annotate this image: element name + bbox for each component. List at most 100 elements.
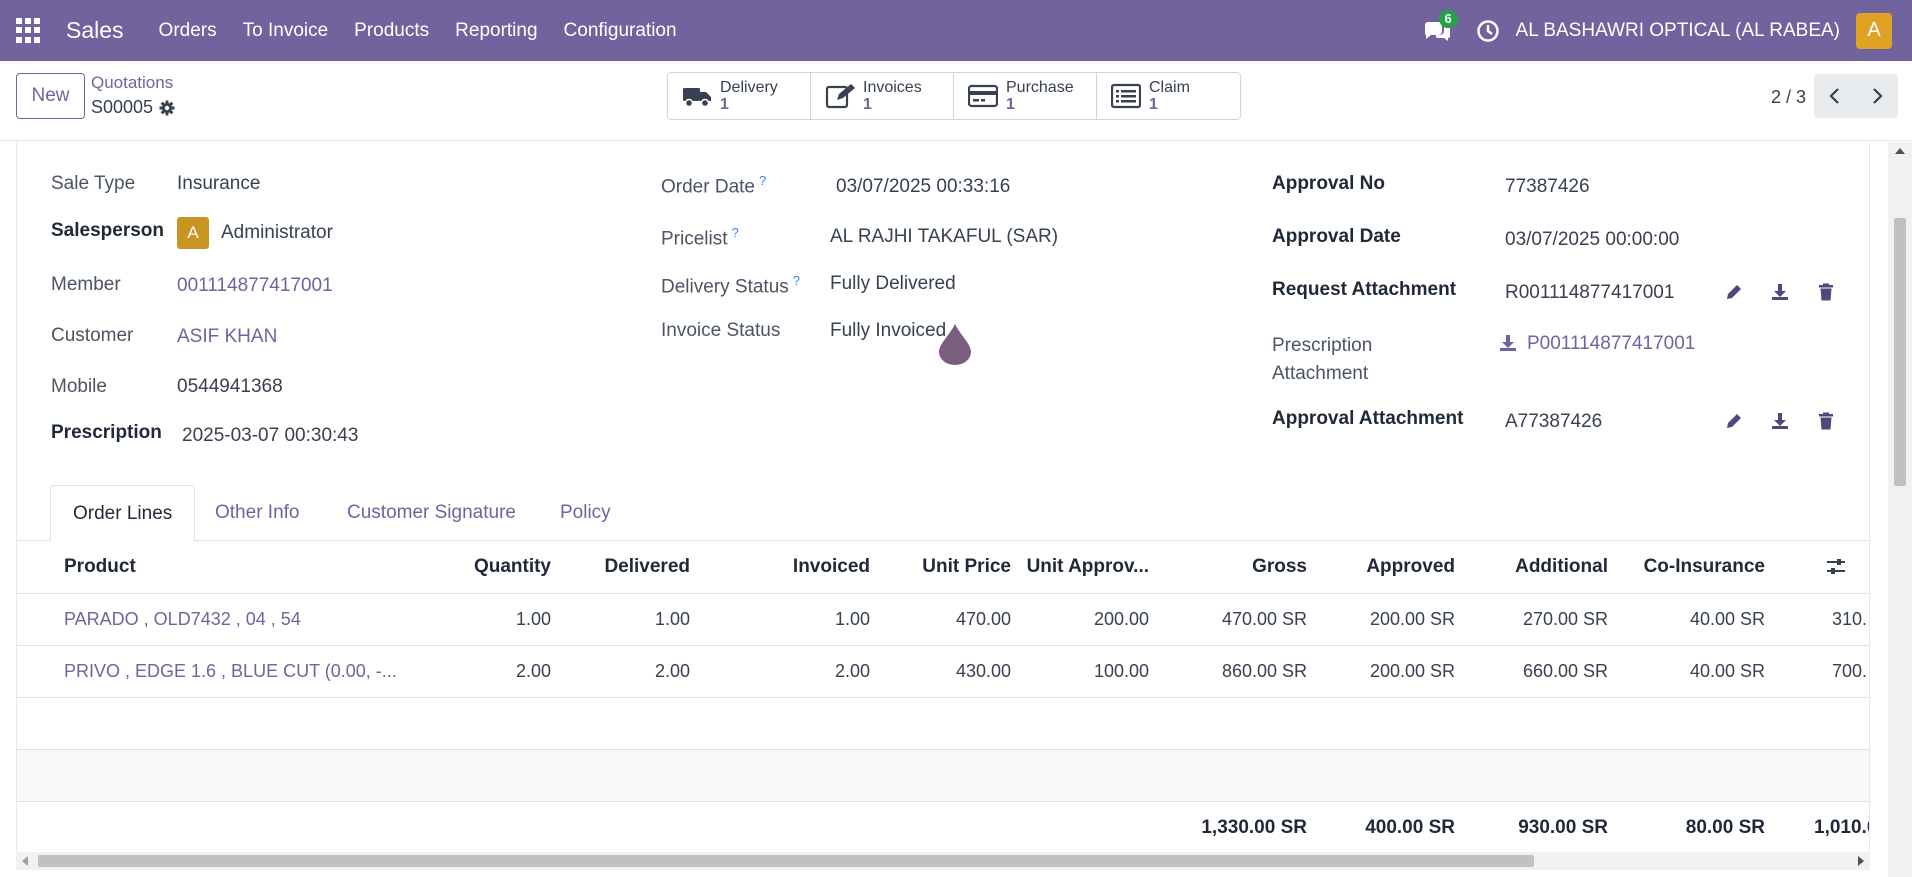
col-header-unit-price[interactable]: Unit Price xyxy=(922,541,1011,593)
tab-other-info[interactable]: Other Info xyxy=(193,485,322,541)
order-date-field[interactable]: 03/07/2025 00:33:16 xyxy=(836,176,1010,198)
approval-no-field[interactable]: 77387426 xyxy=(1505,176,1590,198)
download-icon[interactable] xyxy=(1771,412,1789,430)
menu-configuration[interactable]: Configuration xyxy=(564,20,677,42)
clock-icon[interactable] xyxy=(1476,19,1500,43)
sliders-icon xyxy=(1827,559,1845,574)
salesperson-avatar: A xyxy=(177,217,209,249)
menu-to-invoice[interactable]: To Invoice xyxy=(243,20,329,42)
invoiced-cell[interactable]: 2.00 xyxy=(835,646,870,697)
optional-columns-toggle[interactable] xyxy=(1825,541,1847,593)
pager-next-button[interactable] xyxy=(1856,74,1898,118)
co-insurance-cell[interactable]: 40.00 SR xyxy=(1690,646,1765,697)
horizontal-scrollbar[interactable] xyxy=(16,852,1870,870)
app-name[interactable]: Sales xyxy=(66,17,124,44)
invoiced-cell[interactable]: 1.00 xyxy=(835,594,870,645)
salesperson-field[interactable]: Administrator xyxy=(221,222,333,244)
member-field[interactable]: 001114877417001 xyxy=(177,275,333,297)
help-mark[interactable]: ? xyxy=(732,225,739,240)
table-row[interactable]: PRIVO , EDGE 1.6 , BLUE CUT (0.00, -... … xyxy=(17,646,1869,698)
unit-approved-cell[interactable]: 100.00 xyxy=(1094,646,1149,697)
truncated-cell[interactable]: 310. xyxy=(1832,594,1867,645)
delivery-smart-button[interactable]: Delivery 1 xyxy=(668,73,811,119)
product-cell[interactable]: PARADO , OLD7432 , 04 , 54 xyxy=(64,594,301,645)
trash-icon[interactable] xyxy=(1817,283,1835,301)
product-cell[interactable]: PRIVO , EDGE 1.6 , BLUE CUT (0.00, -... xyxy=(64,646,397,697)
col-header-unit-approved[interactable]: Unit Approv... xyxy=(1027,541,1149,593)
cursor-drop-icon xyxy=(939,324,971,365)
scroll-up-arrow[interactable] xyxy=(1895,148,1905,154)
request-attachment-field[interactable]: R001114877417001 xyxy=(1505,282,1674,304)
total-truncated: 1,010.0 xyxy=(1814,817,1869,838)
pricelist-field[interactable]: AL RAJHI TAKAFUL (SAR) xyxy=(830,226,1058,248)
menu-reporting[interactable]: Reporting xyxy=(455,20,537,42)
gross-cell[interactable]: 860.00 SR xyxy=(1222,646,1307,697)
pager-value[interactable]: 2 / 3 xyxy=(1771,87,1806,108)
table-row[interactable]: PARADO , OLD7432 , 04 , 54 1.00 1.00 1.0… xyxy=(17,594,1869,646)
truncated-cell[interactable]: 700. xyxy=(1832,646,1867,697)
tab-customer-signature[interactable]: Customer Signature xyxy=(325,485,538,541)
delivered-cell[interactable]: 1.00 xyxy=(655,594,690,645)
gear-icon[interactable] xyxy=(159,100,175,116)
col-header-quantity[interactable]: Quantity xyxy=(474,541,551,593)
customer-field[interactable]: ASIF KHAN xyxy=(177,326,277,348)
vertical-scroll-thumb[interactable] xyxy=(1894,218,1906,486)
purchase-smart-button[interactable]: Purchase 1 xyxy=(954,73,1097,119)
prescription-field[interactable]: 2025-03-07 00:30:43 xyxy=(182,425,358,447)
download-icon[interactable] xyxy=(1499,334,1517,352)
delivered-cell[interactable]: 2.00 xyxy=(655,646,690,697)
breadcrumb-quotations[interactable]: Quotations xyxy=(91,73,173,93)
col-header-gross[interactable]: Gross xyxy=(1252,541,1307,593)
order-date-label: Order Date? xyxy=(661,173,766,198)
scroll-left-arrow[interactable] xyxy=(22,856,28,866)
unit-price-cell[interactable]: 430.00 xyxy=(956,646,1011,697)
menu-orders[interactable]: Orders xyxy=(159,20,217,42)
purchase-count: 1 xyxy=(1006,96,1015,113)
horizontal-scroll-thumb[interactable] xyxy=(38,855,1534,867)
quantity-cell[interactable]: 2.00 xyxy=(516,646,551,697)
vertical-scrollbar[interactable] xyxy=(1888,142,1912,877)
col-header-approved[interactable]: Approved xyxy=(1366,541,1455,593)
approved-cell[interactable]: 200.00 SR xyxy=(1370,594,1455,645)
approval-date-field[interactable]: 03/07/2025 00:00:00 xyxy=(1505,229,1679,251)
col-header-co-insurance[interactable]: Co-Insurance xyxy=(1644,541,1765,593)
unit-approved-cell[interactable]: 200.00 xyxy=(1094,594,1149,645)
tab-policy[interactable]: Policy xyxy=(538,485,633,541)
prescription-attachment-link[interactable]: P001114877417001 xyxy=(1527,333,1695,355)
scroll-right-arrow[interactable] xyxy=(1858,856,1864,866)
edit-pencil-icon[interactable] xyxy=(1725,412,1743,430)
member-label: Member xyxy=(51,274,121,295)
sale-type-field[interactable]: Insurance xyxy=(177,173,260,195)
new-button[interactable]: New xyxy=(16,73,85,119)
help-mark[interactable]: ? xyxy=(793,273,800,288)
unit-price-cell[interactable]: 470.00 xyxy=(956,594,1011,645)
pager-previous-button[interactable] xyxy=(1814,74,1856,118)
additional-cell[interactable]: 660.00 SR xyxy=(1523,646,1608,697)
col-header-delivered[interactable]: Delivered xyxy=(604,541,690,593)
claim-smart-button[interactable]: Claim 1 xyxy=(1097,73,1240,119)
menu-products[interactable]: Products xyxy=(354,20,429,42)
messaging-button[interactable]: 6 xyxy=(1422,9,1458,46)
apps-grid-icon[interactable] xyxy=(16,17,42,44)
co-insurance-cell[interactable]: 40.00 SR xyxy=(1690,594,1765,645)
help-mark[interactable]: ? xyxy=(759,173,766,188)
table-header-row: Product Quantity Delivered Invoiced Unit… xyxy=(17,541,1869,594)
quantity-cell[interactable]: 1.00 xyxy=(516,594,551,645)
user-avatar[interactable]: A xyxy=(1856,12,1892,49)
pricelist-label: Pricelist? xyxy=(661,225,739,250)
edit-pencil-icon[interactable] xyxy=(1725,283,1743,301)
col-header-additional[interactable]: Additional xyxy=(1515,541,1608,593)
download-icon[interactable] xyxy=(1771,283,1789,301)
mobile-field[interactable]: 0544941368 xyxy=(177,376,283,398)
tab-order-lines[interactable]: Order Lines xyxy=(50,485,196,542)
approval-attachment-field[interactable]: A77387426 xyxy=(1505,411,1602,433)
gross-cell[interactable]: 470.00 SR xyxy=(1222,594,1307,645)
col-header-invoiced[interactable]: Invoiced xyxy=(793,541,870,593)
additional-cell[interactable]: 270.00 SR xyxy=(1523,594,1608,645)
approved-cell[interactable]: 200.00 SR xyxy=(1370,646,1455,697)
col-header-product[interactable]: Product xyxy=(64,541,136,593)
chevron-right-icon xyxy=(1873,88,1883,104)
company-switcher[interactable]: AL BASHAWRI OPTICAL (AL RABEA) xyxy=(1516,20,1840,42)
invoices-smart-button[interactable]: Invoices 1 xyxy=(811,73,954,119)
trash-icon[interactable] xyxy=(1817,412,1835,430)
